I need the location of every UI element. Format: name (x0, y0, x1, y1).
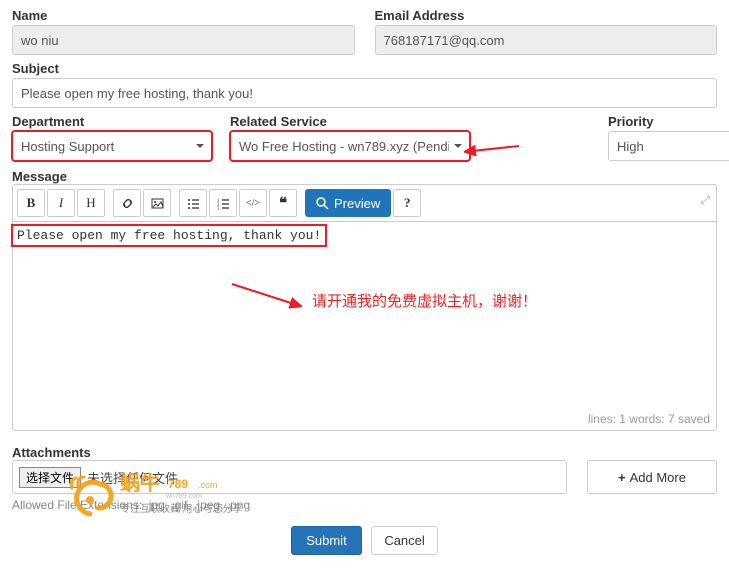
add-more-button[interactable]: + Add More (587, 460, 717, 494)
plus-icon: + (618, 470, 626, 485)
message-editor[interactable]: Please open my free hosting, thank you! … (12, 221, 717, 431)
image-button[interactable] (143, 189, 171, 217)
label-subject: Subject (12, 61, 717, 76)
code-button[interactable]: </> (239, 189, 267, 217)
file-none-text: 未选择任何文件 (87, 468, 178, 487)
allowed-extensions: Allowed File Extensions: .jpg, .gif, .jp… (12, 498, 717, 512)
label-name: Name (12, 8, 355, 23)
quote-button[interactable]: ❝ (269, 189, 297, 217)
link-button[interactable] (113, 189, 141, 217)
label-department: Department (12, 114, 212, 129)
subject-input[interactable] (12, 78, 717, 108)
expand-icon[interactable]: ⤢ (700, 193, 710, 208)
preview-button[interactable]: Preview (305, 189, 391, 217)
department-select[interactable]: Hosting Support (12, 131, 212, 161)
svg-text:3: 3 (217, 207, 220, 210)
editor-status: lines: 1 words: 7 saved (588, 412, 710, 426)
editor-toolbar: B I H 123 </> ❝ Preview ? ⤢ (12, 184, 717, 221)
label-attachments: Attachments (12, 445, 91, 460)
heading-button[interactable]: H (77, 189, 105, 217)
italic-button[interactable]: I (47, 189, 75, 217)
submit-button[interactable]: Submit (291, 526, 361, 555)
help-button[interactable]: ? (393, 189, 421, 217)
message-text: Please open my free hosting, thank you! (13, 226, 325, 245)
name-input[interactable] (12, 25, 355, 55)
label-message: Message (12, 169, 67, 184)
bold-button[interactable]: B (17, 189, 45, 217)
label-related: Related Service (230, 114, 470, 129)
related-select[interactable]: Wo Free Hosting - wn789.xyz (Pending) (230, 131, 470, 161)
ul-button[interactable] (179, 189, 207, 217)
cancel-button[interactable]: Cancel (371, 526, 437, 555)
label-priority: Priority (608, 114, 729, 129)
search-icon (316, 197, 329, 210)
priority-select[interactable]: High (608, 131, 729, 161)
ol-button[interactable]: 123 (209, 189, 237, 217)
label-email: Email Address (375, 8, 718, 23)
email-input[interactable] (375, 25, 718, 55)
file-input-box[interactable]: 选择文件 未选择任何文件 (12, 460, 567, 494)
choose-file-button[interactable]: 选择文件 (19, 467, 81, 488)
